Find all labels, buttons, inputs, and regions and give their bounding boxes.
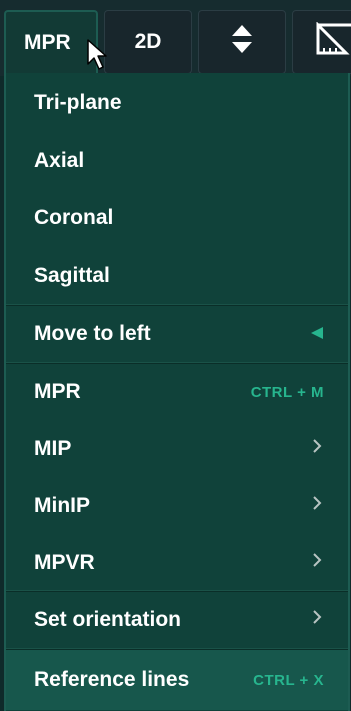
scroll-tool-button[interactable] — [198, 10, 286, 74]
menu-item-label: Sagittal — [34, 264, 110, 287]
menu-item-move-to-left[interactable]: Move to left — [6, 306, 348, 362]
menu-item-label: Tri-plane — [34, 91, 122, 114]
menu-item-axial[interactable]: Axial — [6, 133, 348, 189]
menu-item-label: Coronal — [34, 206, 114, 229]
shortcut-text: CTRL + M — [250, 383, 324, 401]
2d-view-button[interactable]: 2D — [104, 10, 192, 74]
mpr-view-button[interactable]: MPR — [4, 10, 98, 74]
view-mode-dropdown-menu: Tri-plane Axial Coronal Sagittal Move to… — [4, 73, 350, 711]
menu-item-mpr[interactable]: MPR CTRL + M — [6, 364, 348, 420]
menu-item-set-orientation[interactable]: Set orientation — [6, 592, 348, 648]
menu-item-label: Move to left — [34, 322, 151, 345]
menu-item-label: Set orientation — [34, 608, 182, 631]
menu-item-mpvr[interactable]: MPVR — [6, 535, 348, 591]
mpr-view-button-label: MPR — [24, 31, 71, 54]
measure-tool-button[interactable] — [292, 10, 351, 74]
chevron-right-icon — [310, 608, 324, 632]
chevron-right-icon — [310, 551, 324, 575]
menu-item-coronal[interactable]: Coronal — [6, 190, 348, 246]
menu-item-label: MPR — [34, 380, 81, 403]
menu-item-label: Axial — [34, 149, 85, 172]
menu-item-tri-plane[interactable]: Tri-plane — [6, 75, 348, 131]
chevron-right-icon — [310, 437, 324, 461]
ruler-icon — [315, 21, 351, 62]
menu-item-label: Reference lines — [34, 668, 190, 691]
shortcut-text: CTRL + X — [253, 671, 324, 689]
mouse-pointer-icon — [86, 38, 112, 77]
menu-item-minip[interactable]: MinIP — [6, 478, 348, 534]
menu-item-sagittal[interactable]: Sagittal — [6, 248, 348, 304]
menu-item-reference-lines[interactable]: Reference lines CTRL + X — [6, 650, 348, 710]
menu-item-label: MinIP — [34, 494, 90, 517]
toolbar: MPR 2D — [0, 0, 351, 76]
menu-item-label: MIP — [34, 437, 72, 460]
up-down-arrows-icon — [231, 23, 253, 61]
menu-item-label: MPVR — [34, 551, 95, 574]
menu-item-mip[interactable]: MIP — [6, 421, 348, 477]
chevron-right-icon — [310, 494, 324, 518]
triangle-left-icon — [310, 322, 324, 346]
2d-view-button-label: 2D — [134, 30, 162, 53]
